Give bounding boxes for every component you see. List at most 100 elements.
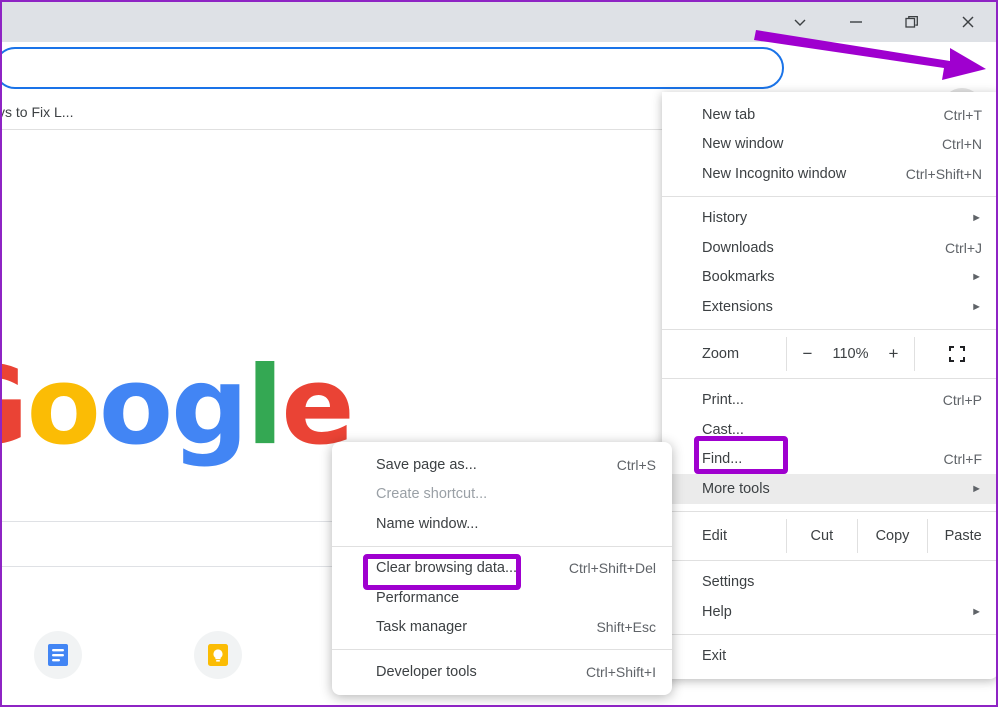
menu-item-accel: Ctrl+Shift+N — [905, 165, 982, 182]
bookmark-item[interactable]: ys to Fix L... — [2, 104, 73, 120]
menu-item-label: Help — [702, 603, 732, 620]
menu-item-label: New Incognito window — [702, 165, 847, 182]
zoom-in-button[interactable]: + — [889, 344, 899, 364]
logo-letter-g2: g — [171, 344, 248, 469]
logo-letter-o2: o — [98, 344, 173, 469]
zoom-controls: − 110% + — [786, 336, 914, 371]
submenu-item-label: Performance — [376, 589, 460, 606]
submenu-item-performance[interactable]: Performance — [332, 583, 672, 613]
submenu-item-save-page-as[interactable]: Save page as... Ctrl+S — [332, 450, 672, 480]
submenu-item-accel: Ctrl+Shift+Del — [568, 560, 656, 577]
menu-item-cast[interactable]: Cast... — [662, 415, 996, 445]
menu-zoom-row: Zoom − 110% + — [662, 336, 996, 371]
menu-item-history[interactable]: History ► — [662, 204, 996, 234]
window-controls — [772, 2, 996, 42]
logo-letter-l: l — [246, 344, 283, 469]
submenu-item-task-manager[interactable]: Task manager Shift+Esc — [332, 613, 672, 643]
menu-item-label: Settings — [702, 574, 755, 591]
menu-item-exit[interactable]: Exit — [662, 642, 996, 672]
chevron-right-icon: ► — [971, 212, 982, 225]
docs-icon — [48, 644, 68, 666]
zoom-value: 110% — [832, 345, 869, 362]
submenu-item-label: Name window... — [376, 515, 479, 532]
menu-item-new-tab[interactable]: New tab Ctrl+T — [662, 100, 996, 130]
browser-window: ys to Fix L... Google — [0, 0, 998, 707]
menu-item-find[interactable]: Find... Ctrl+F — [662, 445, 996, 475]
browser-toolbar — [2, 42, 996, 128]
menu-item-label: Exit — [702, 648, 727, 665]
chevron-right-icon: ► — [971, 300, 982, 313]
menu-item-new-window[interactable]: New window Ctrl+N — [662, 130, 996, 160]
menu-item-accel: Ctrl+J — [945, 239, 982, 256]
menu-separator — [662, 377, 996, 379]
menu-item-new-incognito-window[interactable]: New Incognito window Ctrl+Shift+N — [662, 159, 996, 189]
chevron-right-icon: ► — [971, 271, 982, 284]
menu-item-label: New window — [702, 136, 784, 153]
menu-item-accel: Ctrl+T — [943, 106, 983, 123]
minimize-button[interactable] — [828, 2, 884, 42]
more-tools-submenu: Save page as... Ctrl+S Create shortcut..… — [332, 442, 672, 695]
google-docs-shortcut[interactable] — [2, 631, 114, 679]
submenu-separator — [332, 545, 672, 547]
maximize-restore-button[interactable] — [884, 2, 940, 42]
submenu-item-accel: Ctrl+Shift+I — [585, 663, 656, 680]
menu-item-label: History — [702, 210, 748, 227]
submenu-item-create-shortcut: Create shortcut... — [332, 480, 672, 510]
logo-letter-o1: o — [26, 344, 101, 469]
submenu-item-label: Clear browsing data... — [376, 560, 518, 577]
menu-item-label: Find... — [702, 451, 743, 468]
menu-item-accel: Ctrl+N — [941, 136, 982, 153]
shortcut-tile-bg — [194, 631, 242, 679]
menu-item-settings[interactable]: Settings — [662, 568, 996, 598]
submenu-item-label: Task manager — [376, 619, 468, 636]
menu-item-label: Cast... — [702, 421, 744, 438]
cut-button[interactable]: Cut — [786, 518, 857, 553]
submenu-item-label: Developer tools — [376, 663, 477, 680]
google-logo: Google — [2, 353, 355, 461]
chevron-right-icon: ► — [971, 605, 982, 618]
zoom-label: Zoom — [702, 345, 740, 362]
menu-edit-row: Edit Cut Copy Paste — [662, 518, 996, 553]
menu-separator — [662, 559, 996, 561]
title-bar — [2, 2, 996, 42]
submenu-item-label: Save page as... — [376, 456, 477, 473]
menu-separator — [662, 195, 996, 197]
menu-item-label: New tab — [702, 106, 756, 123]
menu-item-label: Print... — [702, 392, 744, 409]
submenu-item-label: Create shortcut... — [376, 486, 488, 503]
menu-item-bookmarks[interactable]: Bookmarks ► — [662, 263, 996, 293]
menu-item-label: More tools — [702, 480, 770, 497]
chevron-right-icon: ► — [971, 482, 982, 495]
menu-item-label: Bookmarks — [702, 269, 775, 286]
keep-icon — [208, 644, 228, 666]
submenu-item-developer-tools[interactable]: Developer tools Ctrl+Shift+I — [332, 657, 672, 687]
menu-item-accel: Ctrl+F — [943, 451, 983, 468]
menu-item-accel: Ctrl+P — [942, 392, 982, 409]
submenu-separator — [332, 649, 672, 650]
submenu-item-name-window[interactable]: Name window... — [332, 509, 672, 539]
menu-item-print[interactable]: Print... Ctrl+P — [662, 386, 996, 416]
zoom-out-button[interactable]: − — [803, 344, 813, 364]
menu-item-downloads[interactable]: Downloads Ctrl+J — [662, 233, 996, 263]
menu-item-more-tools[interactable]: More tools ► — [662, 474, 996, 504]
google-keep-shortcut[interactable] — [162, 631, 274, 679]
shortcut-tile-bg — [34, 631, 82, 679]
tab-search-button[interactable] — [772, 2, 828, 42]
menu-separator — [662, 510, 996, 512]
chrome-main-menu: New tab Ctrl+T New window Ctrl+N New Inc… — [662, 92, 996, 679]
menu-item-label: Downloads — [702, 239, 774, 256]
submenu-item-accel: Ctrl+S — [616, 456, 656, 473]
menu-separator — [662, 328, 996, 330]
edit-label: Edit — [702, 527, 727, 544]
submenu-item-clear-browsing-data[interactable]: Clear browsing data... Ctrl+Shift+Del — [332, 554, 672, 584]
fullscreen-icon[interactable] — [914, 336, 996, 371]
paste-button[interactable]: Paste — [927, 518, 996, 553]
menu-item-help[interactable]: Help ► — [662, 597, 996, 627]
copy-button[interactable]: Copy — [856, 518, 928, 553]
menu-item-extensions[interactable]: Extensions ► — [662, 292, 996, 322]
logo-letter-g1: G — [2, 344, 29, 469]
close-button[interactable] — [940, 2, 996, 42]
menu-item-label: Extensions — [702, 298, 773, 315]
menu-separator — [662, 633, 996, 635]
submenu-item-accel: Shift+Esc — [596, 619, 656, 636]
